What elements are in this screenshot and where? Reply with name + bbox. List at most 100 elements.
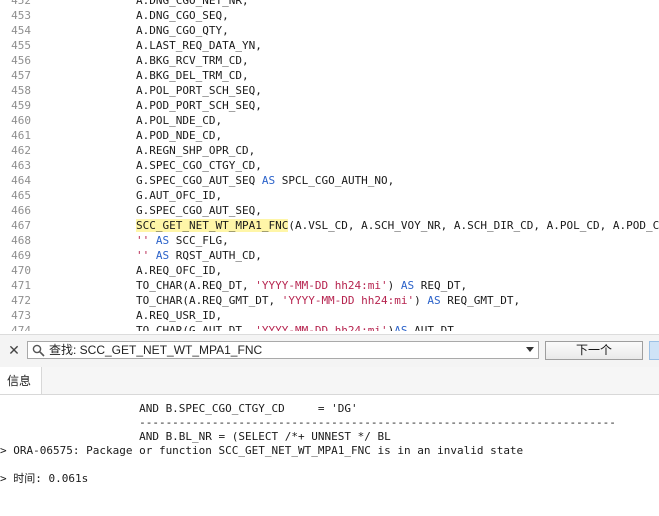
code-line: 456 A.BKG_RCV_TRM_CD, — [0, 53, 659, 68]
line-number: 469 — [11, 249, 31, 262]
code-text: A.BKG_DEL_TRM_CD, — [136, 68, 249, 83]
code-line: 467 SCC_GET_NET_WT_MPA1_FNC(A.VSL_CD, A.S… — [0, 218, 659, 233]
code-line: 469 '' AS RQST_AUTH_CD, — [0, 248, 659, 263]
code-line: 472 TO_CHAR(A.REQ_GMT_DT, 'YYYY-MM-DD hh2… — [0, 293, 659, 308]
code-line: 474 TO_CHAR(G.AUT_DT, 'YYYY-MM-DD hh24:mi… — [0, 323, 659, 331]
chevron-down-icon[interactable] — [526, 347, 534, 352]
code-line: 457 A.BKG_DEL_TRM_CD, — [0, 68, 659, 83]
code-token: AUT_DT, — [407, 324, 461, 331]
code-token: ) — [414, 294, 428, 307]
code-line: 468 '' AS SCC_FLG, — [0, 233, 659, 248]
line-number: 456 — [11, 54, 31, 67]
code-text: '' AS RQST_AUTH_CD, — [136, 248, 262, 263]
code-line: 461 A.POD_NDE_CD, — [0, 128, 659, 143]
string-token: 'YYYY-MM-DD hh24:mi' — [255, 324, 388, 331]
keyword-token: AS — [427, 294, 441, 307]
search-icon — [32, 344, 45, 357]
message-line: AND B.SPEC_CGO_CTGY_CD = 'DG' — [0, 402, 358, 415]
code-line: 470 A.REQ_OFC_ID, — [0, 263, 659, 278]
code-line: 464 G.SPEC_CGO_AUT_SEQ AS SPCL_CGO_AUTH_N… — [0, 173, 659, 188]
keyword-token: AS — [261, 174, 276, 187]
code-token: G.SPEC_CGO_AUT_SEQ, — [136, 204, 262, 217]
code-text: G.SPEC_CGO_AUT_SEQ AS SPCL_CGO_AUTH_NO, — [136, 173, 394, 188]
code-token: REQ_DT, — [414, 279, 468, 292]
line-number: 465 — [11, 189, 31, 202]
code-token: TO_CHAR(A.REQ_DT, — [136, 279, 256, 292]
code-line: 458 A.POL_PORT_SCH_SEQ, — [0, 83, 659, 98]
line-number: 454 — [11, 24, 31, 37]
line-number: 458 — [11, 84, 31, 97]
code-text: A.DNG_CGO_QTY, — [136, 23, 229, 38]
line-number: 457 — [11, 69, 31, 82]
code-text: A.SPEC_CGO_CTGY_CD, — [136, 158, 262, 173]
code-token: A.DNG_CGO_QTY, — [136, 24, 229, 37]
line-number: 474 — [11, 324, 31, 331]
code-text: A.POL_NDE_CD, — [136, 113, 222, 128]
find-input[interactable]: 查找: SCC_GET_NET_WT_MPA1_FNC — [27, 341, 539, 359]
code-text: A.LAST_REQ_DATA_YN, — [136, 38, 262, 53]
code-token: TO_CHAR(A.REQ_GMT_DT, — [136, 294, 282, 307]
code-token: A.POL_PORT_SCH_SEQ, — [136, 84, 262, 97]
line-number: 472 — [11, 294, 31, 307]
code-line: 460 A.POL_NDE_CD, — [0, 113, 659, 128]
line-number: 473 — [11, 309, 31, 322]
message-output[interactable]: AND B.SPEC_CGO_CTGY_CD = 'DG' ----------… — [0, 396, 659, 516]
code-token: G.SPEC_CGO_AUT_SEQ — [136, 174, 262, 187]
code-token: A.LAST_REQ_DATA_YN, — [136, 39, 262, 52]
keyword-token: AS — [394, 324, 408, 331]
code-text: G.SPEC_CGO_AUT_SEQ, — [136, 203, 262, 218]
message-line: > ORA-06575: Package or function SCC_GET… — [0, 444, 524, 457]
code-token: A.REQ_USR_ID, — [136, 309, 223, 322]
find-next-button[interactable]: 下一个 — [545, 341, 643, 360]
output-tab-bar: 信息 — [0, 367, 659, 395]
code-token: REQ_GMT_DT, — [440, 294, 521, 307]
code-token: A.POD_PORT_SCH_SEQ, — [136, 99, 262, 112]
string-token: '' — [136, 249, 150, 262]
code-text: G.AUT_OFC_ID, — [136, 188, 222, 203]
code-line: 473 A.REQ_USR_ID, — [0, 308, 659, 323]
line-number: 463 — [11, 159, 31, 172]
line-number: 470 — [11, 264, 31, 277]
code-token: A.REGN_SHP_OPR_CD, — [136, 144, 256, 157]
message-line: ----------------------------------------… — [0, 416, 616, 429]
code-text: TO_CHAR(A.REQ_DT, 'YYYY-MM-DD hh24:mi') … — [136, 278, 467, 293]
tab-strip — [42, 367, 659, 394]
string-token: '' — [136, 234, 150, 247]
code-text: A.REQ_USR_ID, — [136, 308, 222, 323]
message-line — [0, 457, 659, 472]
code-token: A.DNG_CGO_NET_NR, — [136, 0, 249, 7]
message-line: > 时间: 0.061s — [0, 472, 89, 485]
code-line: 463 A.SPEC_CGO_CTGY_CD, — [0, 158, 659, 173]
code-token: A.BKG_RCV_TRM_CD, — [136, 54, 249, 67]
find-bar: ✕ 查找: SCC_GET_NET_WT_MPA1_FNC 下一个 — [0, 334, 659, 367]
code-token: SPCL_CGO_AUTH_NO, — [275, 174, 395, 187]
code-token: A.BKG_DEL_TRM_CD, — [136, 69, 249, 82]
find-options-button[interactable] — [649, 341, 659, 360]
code-text: A.POD_PORT_SCH_SEQ, — [136, 98, 262, 113]
tab-messages[interactable]: 信息 — [0, 367, 42, 394]
code-text: A.DNG_CGO_SEQ, — [136, 8, 229, 23]
keyword-token: AS — [155, 249, 170, 262]
code-line: 465 G.AUT_OFC_ID, — [0, 188, 659, 203]
code-line: 454 A.DNG_CGO_QTY, — [0, 23, 659, 38]
code-line: 452 A.DNG_CGO_NET_NR, — [0, 0, 659, 8]
line-number: 455 — [11, 39, 31, 52]
code-line: 455 A.LAST_REQ_DATA_YN, — [0, 38, 659, 53]
code-token: G.AUT_OFC_ID, — [136, 189, 223, 202]
code-token: A.DNG_CGO_SEQ, — [136, 9, 229, 22]
code-token: A.POD_NDE_CD, — [136, 129, 223, 142]
code-token: A.REQ_OFC_ID, — [136, 264, 223, 277]
sql-editor[interactable]: 452 A.DNG_CGO_NET_NR, 453 A.DNG_CGO_SEQ, 454… — [0, 0, 659, 331]
code-line: 459 A.POD_PORT_SCH_SEQ, — [0, 98, 659, 113]
close-icon[interactable]: ✕ — [7, 343, 21, 357]
code-line: 453 A.DNG_CGO_SEQ, — [0, 8, 659, 23]
code-text: A.POL_PORT_SCH_SEQ, — [136, 83, 262, 98]
code-text: A.DNG_CGO_NET_NR, — [136, 0, 249, 8]
code-token: RQST_AUTH_CD, — [169, 249, 262, 262]
code-text: TO_CHAR(A.REQ_GMT_DT, 'YYYY-MM-DD hh24:m… — [136, 293, 520, 308]
code-text: TO_CHAR(G.AUT_DT, 'YYYY-MM-DD hh24:mi')A… — [136, 323, 461, 331]
code-token: A.POL_NDE_CD, — [136, 114, 223, 127]
keyword-token: AS — [400, 279, 415, 292]
